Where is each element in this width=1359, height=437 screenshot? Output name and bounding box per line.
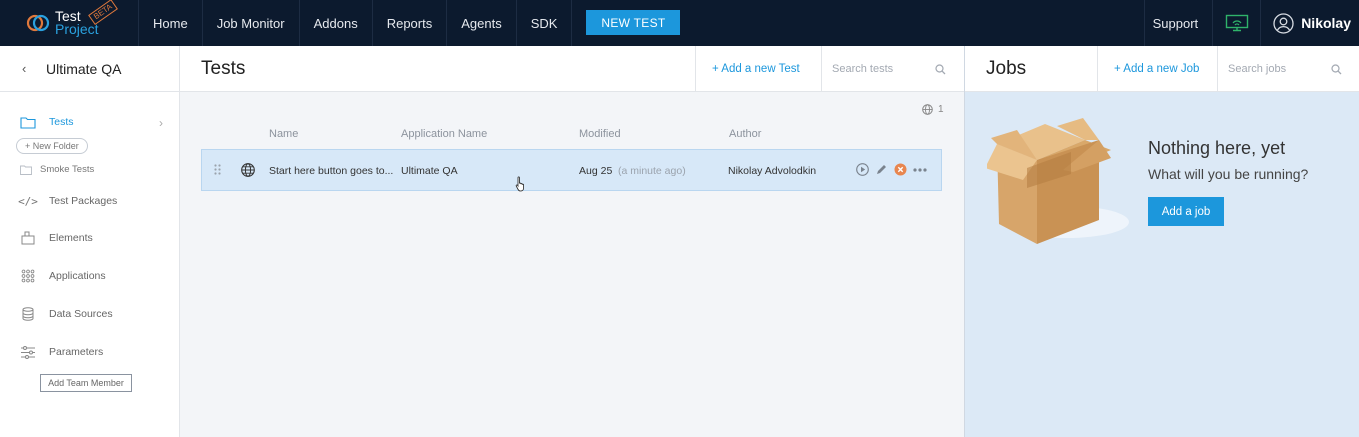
tests-search: [821, 46, 964, 92]
jobs-panel: Jobs + Add a new Job Nothing here, yet W…: [964, 46, 1359, 437]
code-icon: </>: [18, 194, 38, 208]
globe-icon: [922, 104, 933, 115]
play-icon[interactable]: [856, 163, 869, 176]
sidebar-item-label: Parameters: [49, 346, 104, 358]
jobs-header: Jobs + Add a new Job: [965, 46, 1359, 92]
nav-addons[interactable]: Addons: [298, 0, 372, 46]
sidebar-item-label: Elements: [49, 232, 93, 244]
elements-icon: [21, 231, 35, 245]
nav-sdk[interactable]: SDK: [515, 0, 573, 46]
test-modified: Aug 25: [579, 165, 613, 177]
database-icon: [22, 307, 34, 321]
sidebar-item-label: Applications: [49, 270, 106, 282]
test-count-value: 1: [938, 104, 944, 115]
monitor-icon: [1225, 14, 1248, 32]
tests-header: Tests + Add a new Test: [180, 46, 964, 92]
nav-agents[interactable]: Agents: [446, 0, 515, 46]
add-new-job-link[interactable]: + Add a new Job: [1097, 46, 1217, 92]
new-folder-button[interactable]: + New Folder: [16, 138, 88, 154]
test-modified-relative: (a minute ago): [618, 165, 686, 177]
sidebar-item-elements[interactable]: Elements: [20, 231, 93, 245]
nav-reports[interactable]: Reports: [371, 0, 447, 46]
search-icon[interactable]: [935, 63, 946, 75]
project-header: ‹ Ultimate QA: [0, 46, 179, 92]
chevron-right-icon[interactable]: ›: [159, 116, 163, 130]
tests-panel: Tests + Add a new Test 1 Name Applicatio…: [180, 46, 964, 437]
row-actions: [856, 163, 927, 176]
drag-handle-icon[interactable]: [214, 164, 221, 175]
jobs-search: [1217, 46, 1359, 92]
sidebar-item-parameters[interactable]: Parameters: [20, 345, 103, 359]
search-icon[interactable]: [1331, 63, 1342, 75]
folder-label: Smoke Tests: [40, 164, 95, 175]
hand-cursor-icon: [515, 176, 524, 192]
beta-badge: BETA: [88, 0, 119, 26]
box-illustration: [987, 118, 1129, 244]
grid-icon: [21, 269, 35, 283]
add-team-member-button[interactable]: Add Team Member: [40, 374, 132, 392]
pencil-icon[interactable]: [875, 163, 888, 176]
globe-icon: [241, 163, 255, 177]
sidebar-folder-smoke-tests[interactable]: Smoke Tests: [20, 164, 94, 175]
column-modified[interactable]: Modified: [579, 128, 621, 140]
project-title: Ultimate QA: [46, 60, 122, 77]
nav-home[interactable]: Home: [138, 0, 202, 46]
sidebar-item-applications[interactable]: Applications: [20, 269, 106, 283]
search-jobs-input[interactable]: [1228, 63, 1328, 75]
brand-logo[interactable]: Test Project BETA: [0, 0, 138, 46]
logo-icon: [26, 14, 50, 32]
jobs-title: Jobs: [986, 58, 1027, 79]
sidebar-item-label: Data Sources: [49, 308, 113, 320]
add-job-button[interactable]: Add a job: [1148, 197, 1224, 226]
sidebar-item-label: Tests: [49, 116, 74, 128]
agent-monitor-button[interactable]: [1212, 0, 1260, 46]
add-new-test-link[interactable]: + Add a new Test: [695, 46, 821, 92]
folder-icon: [20, 165, 32, 175]
top-navigation: Test Project BETA Home Job Monitor Addon…: [0, 0, 1359, 46]
user-menu[interactable]: Nikolay: [1260, 0, 1359, 46]
user-name: Nikolay: [1301, 15, 1351, 31]
column-author[interactable]: Author: [729, 128, 761, 140]
user-icon: [1273, 12, 1294, 34]
test-count: 1: [922, 104, 944, 115]
sidebar-item-label: Test Packages: [49, 195, 118, 207]
nav-job-monitor[interactable]: Job Monitor: [201, 0, 299, 46]
empty-state-title: Nothing here, yet: [1148, 138, 1286, 158]
brand-line-2: Project: [55, 21, 99, 37]
test-name[interactable]: Start here button goes to...: [269, 165, 393, 177]
sidebar-item-test-packages[interactable]: </> Test Packages: [18, 194, 118, 208]
test-author: Nikolay Advolodkin: [728, 165, 817, 177]
column-name[interactable]: Name: [269, 128, 298, 140]
sidebar-item-tests[interactable]: Tests: [20, 115, 74, 129]
delete-icon[interactable]: [894, 163, 907, 176]
back-chevron-icon[interactable]: ‹: [22, 61, 46, 76]
empty-state-subtitle: What will you be running?: [1148, 166, 1309, 182]
sidebar-item-data-sources[interactable]: Data Sources: [20, 307, 113, 321]
column-application[interactable]: Application Name: [401, 128, 487, 140]
sliders-icon: [21, 345, 35, 359]
support-link[interactable]: Support: [1143, 0, 1213, 46]
search-tests-input[interactable]: [832, 63, 932, 75]
table-row[interactable]: Start here button goes to... Ultimate QA…: [201, 149, 942, 191]
more-icon[interactable]: [913, 167, 927, 172]
folder-icon: [20, 116, 36, 129]
tests-title: Tests: [201, 58, 246, 79]
test-application: Ultimate QA: [401, 165, 458, 177]
new-test-button[interactable]: NEW TEST: [586, 10, 681, 35]
